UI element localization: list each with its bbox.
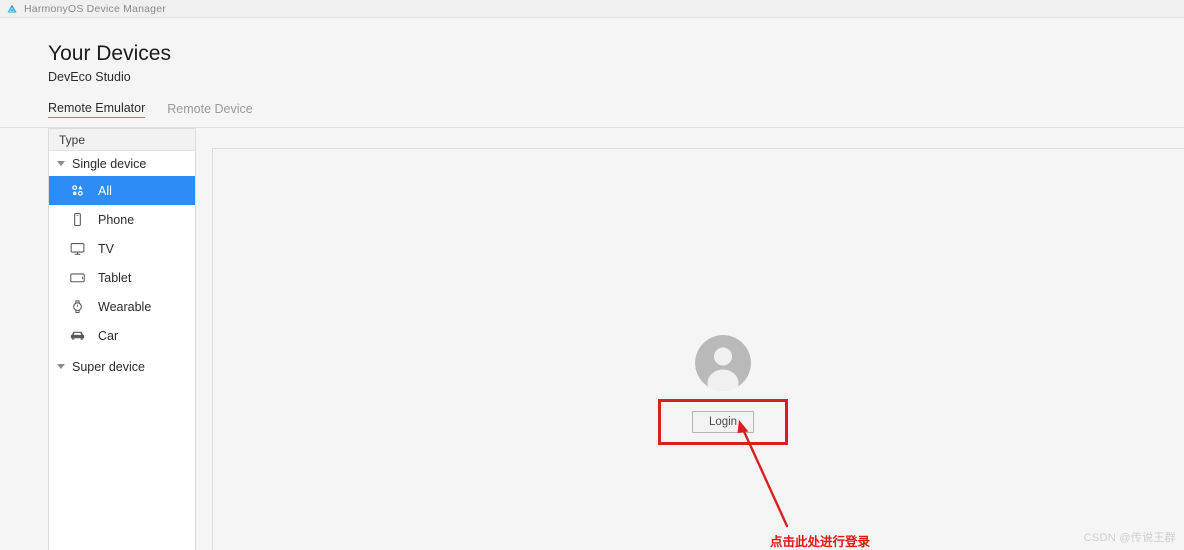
page-heading-block: Your Devices DevEco Studio bbox=[0, 19, 1184, 84]
sidebar-group-single-device[interactable]: Single device bbox=[49, 151, 195, 176]
sidebar-group-super-device[interactable]: Super device bbox=[49, 354, 195, 379]
main-area: Type Single device All Phone TV Tablet W… bbox=[0, 128, 1184, 550]
login-button[interactable]: Login bbox=[691, 411, 755, 433]
sidebar-item-car[interactable]: Car bbox=[49, 321, 195, 350]
page-subtitle: DevEco Studio bbox=[48, 70, 131, 84]
harmonyos-logo-icon bbox=[7, 4, 17, 12]
sidebar-group-label: Single device bbox=[72, 156, 147, 171]
window-titlebar: HarmonyOS Device Manager bbox=[0, 0, 1184, 18]
chevron-down-icon bbox=[57, 364, 65, 369]
sidebar-item-all[interactable]: All bbox=[49, 176, 195, 205]
sidebar-item-label: Phone bbox=[98, 212, 135, 227]
chevron-down-icon bbox=[57, 161, 65, 166]
page-body: Your Devices DevEco Studio Remote Emulat… bbox=[0, 19, 1184, 550]
sidebar-item-label: Tablet bbox=[98, 270, 132, 285]
sidebar-item-phone[interactable]: Phone bbox=[49, 205, 195, 234]
sidebar-item-tv[interactable]: TV bbox=[49, 234, 195, 263]
sidebar-item-label: Wearable bbox=[98, 299, 152, 314]
watch-icon bbox=[73, 300, 82, 313]
sidebar-item-label: All bbox=[98, 183, 112, 198]
phone-icon bbox=[74, 212, 81, 227]
tv-icon bbox=[70, 243, 85, 255]
tab-bar: Remote Emulator Remote Device bbox=[48, 101, 1184, 118]
sidebar-item-wearable[interactable]: Wearable bbox=[49, 292, 195, 321]
sidebar-group-label: Super device bbox=[72, 359, 145, 374]
sidebar-item-label: Car bbox=[98, 328, 119, 343]
watermark: CSDN @传说王群 bbox=[1083, 532, 1176, 544]
login-highlight-box: Login bbox=[657, 399, 789, 445]
sidebar-item-label: TV bbox=[98, 241, 114, 256]
user-avatar-icon bbox=[695, 335, 751, 391]
page-title: Your Devices bbox=[48, 42, 171, 65]
car-icon bbox=[70, 331, 85, 340]
login-block: Login bbox=[657, 335, 789, 445]
type-sidebar: Type Single device All Phone TV Tablet W… bbox=[48, 128, 196, 550]
tab-remote-device[interactable]: Remote Device bbox=[167, 102, 252, 118]
device-content-pane: Login bbox=[212, 148, 1184, 550]
tablet-icon bbox=[70, 273, 85, 283]
window-title: HarmonyOS Device Manager bbox=[24, 2, 166, 15]
annotation-text: 点击此处进行登录 bbox=[770, 535, 871, 549]
sidebar-header: Type bbox=[49, 129, 195, 151]
tab-remote-emulator[interactable]: Remote Emulator bbox=[48, 101, 146, 118]
sidebar-item-tablet[interactable]: Tablet bbox=[49, 263, 195, 292]
grid-dots-icon bbox=[72, 185, 83, 196]
